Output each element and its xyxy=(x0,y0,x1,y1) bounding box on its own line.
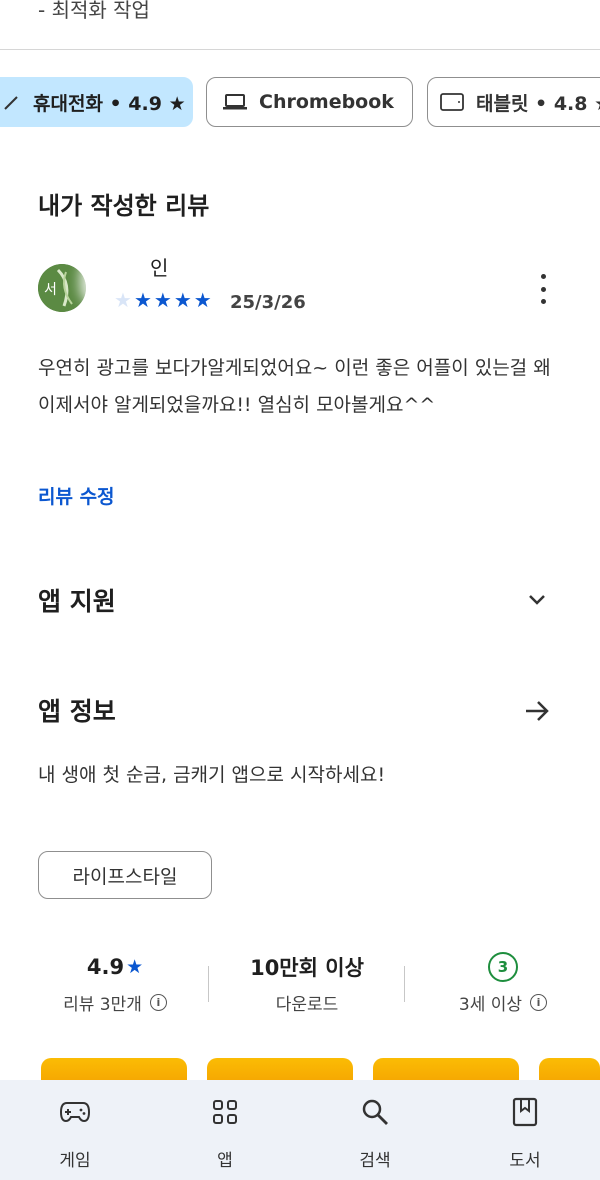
avatar: 서 xyxy=(38,264,86,312)
phone-icon xyxy=(3,93,21,111)
reviewer-name: 인 xyxy=(150,256,169,280)
info-icon[interactable]: i xyxy=(530,994,548,1011)
star-icon: ★ xyxy=(133,288,152,312)
nav-games-label: 게임 xyxy=(59,1151,91,1171)
star-icon: ★ xyxy=(153,288,172,312)
bookmark-icon xyxy=(512,1097,538,1127)
nav-books-label: 도서 xyxy=(509,1151,541,1171)
downloads-value: 10만회 이상 xyxy=(250,956,364,980)
nav-apps-label: 앱 xyxy=(217,1151,233,1171)
review-date: 25/3/26 xyxy=(230,292,306,313)
star-icon: ★ xyxy=(114,288,132,312)
search-icon xyxy=(361,1097,389,1127)
star-icon: ★ xyxy=(126,956,144,978)
category-chip[interactable]: 라이프스타일 xyxy=(38,851,212,899)
age-stat: 3 3세 이상 i xyxy=(418,952,588,1015)
downloads-label: 다운로드 xyxy=(275,995,339,1015)
previous-section-text: - 최적화 작업 xyxy=(38,0,150,22)
review-text: 우연히 광고를 보다가알게되었어요~ 이런 좋은 어플이 있는걸 왜 이제서야 … xyxy=(38,357,551,416)
divider xyxy=(0,49,600,50)
age-rating-badge: 3 xyxy=(488,952,518,982)
chip-chromebook-label: Chromebook xyxy=(259,91,394,113)
info-icon[interactable]: i xyxy=(149,994,167,1011)
chip-phone[interactable]: 휴대전화 • 4.9 ★ xyxy=(0,77,193,127)
rating-label: 리뷰 3만개 xyxy=(63,995,142,1015)
divider xyxy=(208,966,209,1002)
bottom-navigation: 게임 앱 검색 도서 xyxy=(0,1080,600,1180)
chip-tablet-label: 태블릿 • 4.8 ★ xyxy=(476,92,600,115)
star-icon: ★ xyxy=(193,288,212,312)
app-support-title[interactable]: 앱 지원 xyxy=(38,582,116,618)
gamepad-icon xyxy=(59,1097,91,1127)
nav-search-label: 검색 xyxy=(359,1151,391,1171)
rating-value: 4.9 xyxy=(86,955,125,979)
edit-review-link[interactable]: 리뷰 수정 xyxy=(38,482,115,509)
device-chip-row: 휴대전화 • 4.9 ★ Chromebook 태블릿 • 4.8 ★ xyxy=(0,77,600,129)
laptop-icon xyxy=(223,93,247,111)
review-stars: ★ ★ ★ ★ ★ xyxy=(114,288,214,312)
downloads-stat: 10만회 이상 다운로드 xyxy=(222,952,392,1015)
star-icon: ★ xyxy=(173,288,192,312)
nav-search[interactable]: 검색 xyxy=(325,1080,425,1180)
rating-stat: 4.9 ★ 리뷰 3만개 i xyxy=(30,952,200,1015)
chip-chromebook[interactable]: Chromebook xyxy=(206,77,413,127)
tablet-icon xyxy=(440,93,464,111)
app-info-title[interactable]: 앱 정보 xyxy=(38,692,116,728)
age-label: 3세 이상 xyxy=(458,995,523,1015)
chip-tablet[interactable]: 태블릿 • 4.8 ★ xyxy=(427,77,600,127)
nav-games[interactable]: 게임 xyxy=(25,1080,125,1180)
nav-apps[interactable]: 앱 xyxy=(175,1080,275,1180)
svg-text:서: 서 xyxy=(44,282,57,298)
divider xyxy=(404,966,405,1002)
arrow-right-icon[interactable] xyxy=(522,696,552,726)
more-options-icon[interactable] xyxy=(530,274,556,304)
my-review-title: 내가 작성한 리뷰 xyxy=(38,192,210,220)
app-description: 내 생애 첫 순금, 금캐기 앱으로 시작하세요! xyxy=(38,764,386,786)
nav-books[interactable]: 도서 xyxy=(475,1080,575,1180)
chevron-down-icon[interactable] xyxy=(522,585,552,615)
apps-grid-icon xyxy=(212,1097,238,1127)
chip-phone-label: 휴대전화 • 4.9 ★ xyxy=(33,92,186,115)
